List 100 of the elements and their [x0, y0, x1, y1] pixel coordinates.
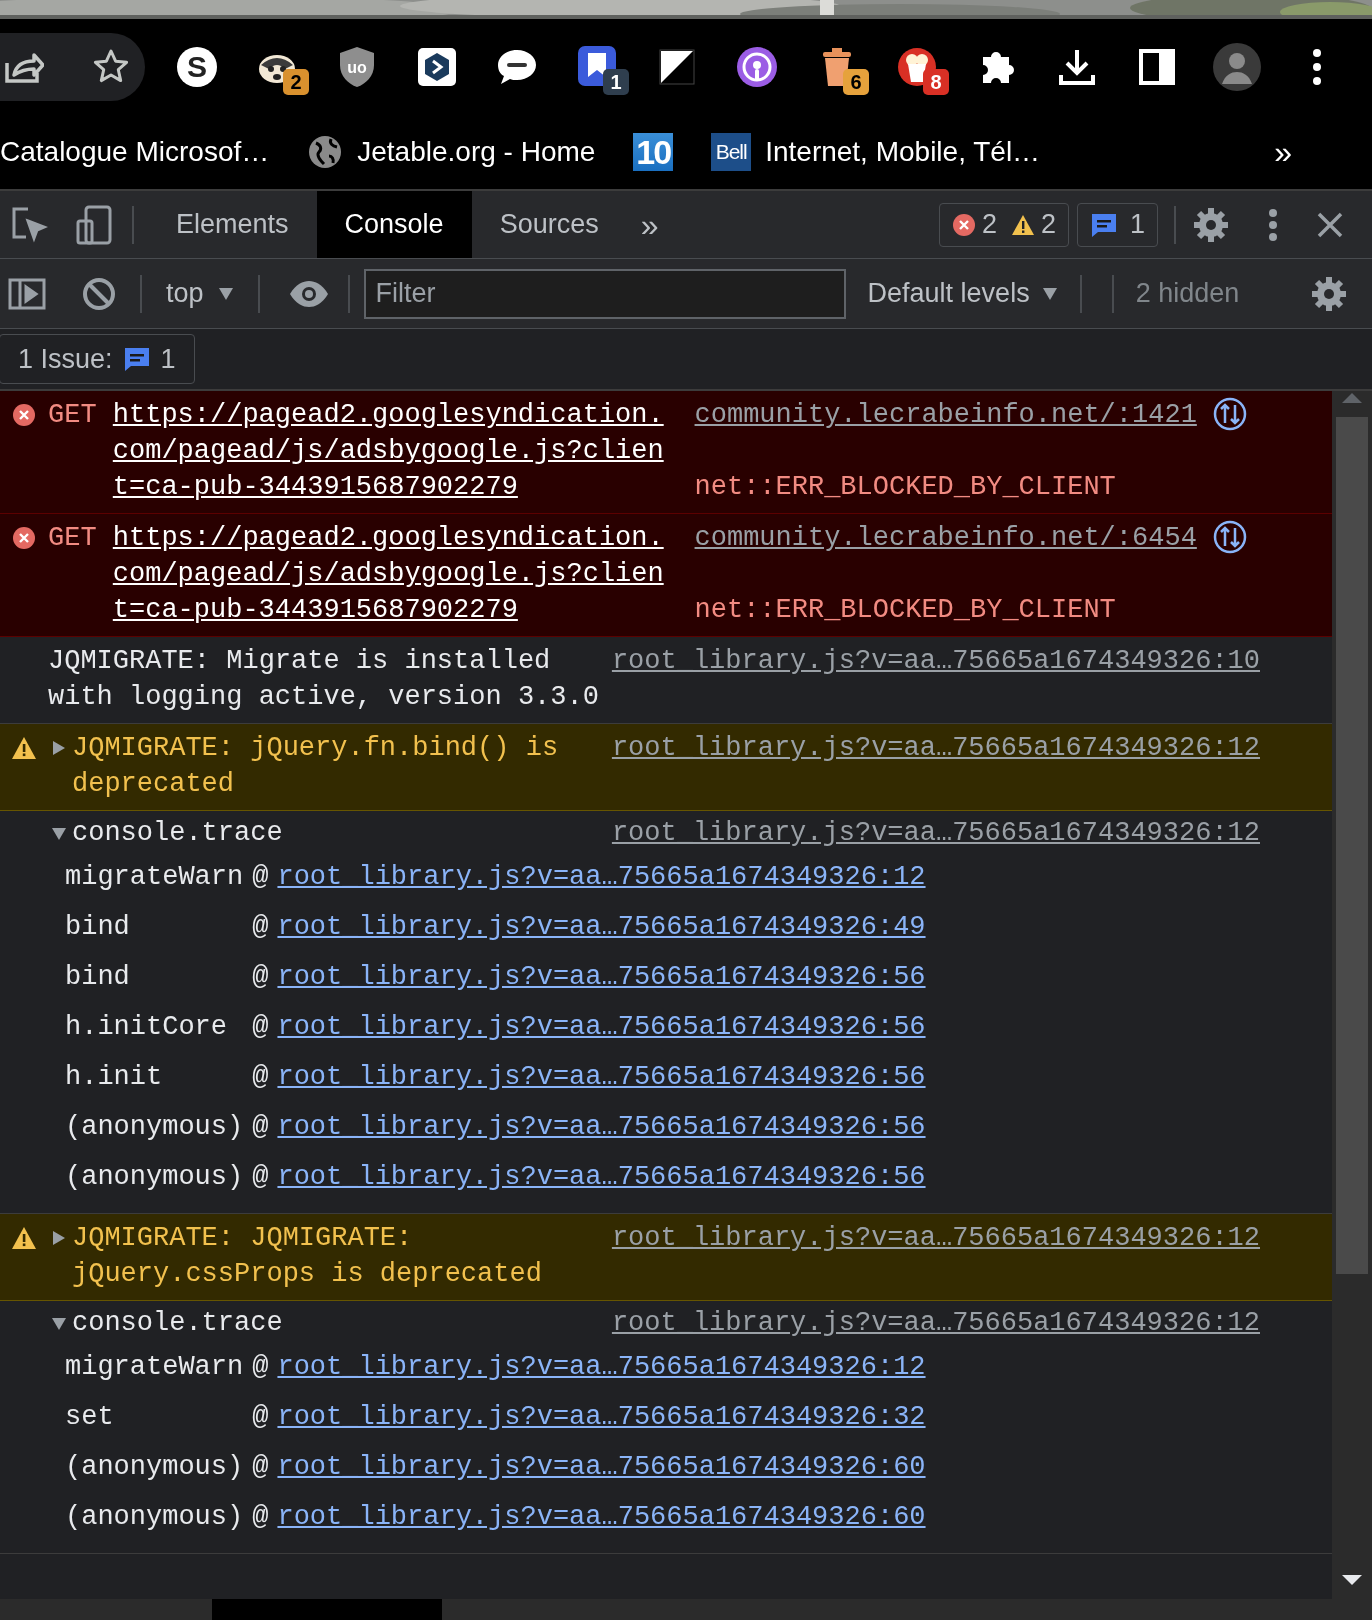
at-sign: @: [252, 1351, 269, 1384]
log-levels-dropdown[interactable]: Default levels: [845, 273, 1080, 314]
bookmark[interactable]: Catalogue Microsof…: [0, 130, 270, 173]
more-tabs-button[interactable]: »: [626, 191, 673, 258]
stack-frame-link[interactable]: root_library.js?v=aa…75665a1674349326:56: [277, 959, 926, 995]
caret-icon: [217, 286, 234, 301]
podcast-icon: [736, 45, 778, 88]
at-sign: @: [252, 1111, 269, 1144]
panel-tab[interactable]: Sources: [471, 191, 627, 258]
expand-arrow-icon[interactable]: [52, 1315, 66, 1331]
scroll-down-icon[interactable]: [1340, 1573, 1364, 1587]
filter-field[interactable]: Filter: [363, 268, 846, 319]
bookmarks-overflow-button[interactable]: »: [1268, 126, 1298, 177]
stack-frame-link[interactable]: root_library.js?v=aa…75665a1674349326:56: [277, 1009, 926, 1045]
source-link[interactable]: root_library.js?v=aa…75665a1674349326:12: [611, 1220, 1260, 1256]
panel-tab[interactable]: Console: [316, 191, 472, 258]
at-sign: @: [252, 961, 269, 994]
function-name: bind: [65, 911, 131, 944]
globe-icon: [307, 133, 344, 170]
scrollbar-thumb[interactable]: [1336, 417, 1368, 1274]
function-name: (anonymous): [65, 1161, 244, 1194]
function-name: bind: [65, 961, 131, 994]
count-badge: 1: [603, 68, 629, 95]
panel-tab[interactable]: Elements: [148, 191, 317, 258]
count-badge: 8: [923, 68, 949, 95]
http-method: GET: [48, 399, 98, 432]
logo-icon: S: [177, 46, 217, 87]
function-name: migrateWarn: [65, 1351, 244, 1384]
device-toggle-icon[interactable]: [76, 204, 112, 245]
diagonal-square-icon: [659, 48, 695, 85]
avatar-icon: [1212, 41, 1262, 92]
issues-button[interactable]: 1 Issue: 1: [0, 334, 195, 384]
network-request-icon[interactable]: [1212, 520, 1247, 554]
more-options-icon[interactable]: [1268, 207, 1278, 242]
log-message: JQMIGRATE: Migrate is installed with logging active, version 3.3.0: [48, 645, 599, 714]
at-sign: @: [252, 1161, 269, 1194]
error-icon: [12, 403, 36, 427]
stack-frame-link[interactable]: root_library.js?v=aa…75665a1674349326:49: [277, 909, 926, 945]
error-status: net::ERR_BLOCKED_BY_CLIENT: [694, 594, 1117, 627]
menu-icon: [1311, 46, 1323, 87]
eye-icon[interactable]: [287, 279, 330, 308]
warning-message: JQMIGRATE: JQMIGRATE: jQuery.cssProps is deprecated: [72, 1222, 543, 1291]
expand-arrow-icon[interactable]: [52, 1230, 66, 1246]
inspect-icon[interactable]: [12, 206, 48, 243]
url-link[interactable]: https://pagead2.googlesyndication.com/pagead/js/adsbygoogle.js?client=ca-pub-3443915687902279: [112, 520, 669, 628]
source-link[interactable]: community.lecrabeinfo.net/:6454: [694, 520, 1197, 556]
source-link[interactable]: root_library.js?v=aa…75665a1674349326:12: [611, 1305, 1260, 1341]
stack-frame-link[interactable]: root_library.js?v=aa…75665a1674349326:56: [277, 1109, 926, 1145]
stack-frame-link[interactable]: root_library.js?v=aa…75665a1674349326:12: [277, 859, 926, 895]
context-dropdown[interactable]: top: [152, 273, 248, 314]
error-warning-counter[interactable]: 2 2: [938, 202, 1069, 247]
message-icon: [122, 346, 151, 372]
stack-frame-link[interactable]: root_library.js?v=aa…75665a1674349326:32: [277, 1399, 926, 1435]
source-link[interactable]: community.lecrabeinfo.net/:1421: [694, 397, 1197, 433]
stack-frame-link[interactable]: root_library.js?v=aa…75665a1674349326:56: [277, 1059, 926, 1095]
expand-arrow-icon[interactable]: [52, 740, 66, 756]
warning-icon: [11, 736, 37, 760]
warning-message: JQMIGRATE: jQuery.fn.bind() is deprecated: [72, 732, 560, 801]
network-request-icon[interactable]: [1212, 397, 1247, 431]
function-name: (anonymous): [65, 1501, 244, 1534]
side-panel-icon: [1139, 48, 1175, 85]
at-sign: @: [252, 911, 269, 944]
expand-arrow-icon[interactable]: [52, 825, 66, 841]
stack-frame-link[interactable]: root_library.js?v=aa…75665a1674349326:60: [277, 1449, 926, 1485]
count-badge: 2: [283, 68, 309, 95]
console-settings-icon[interactable]: [1310, 274, 1348, 313]
bookmark[interactable]: 10: [633, 132, 674, 171]
bookmark[interactable]: Jetable.org - Home: [307, 130, 596, 173]
function-name: (anonymous): [65, 1451, 244, 1484]
function-name: set: [65, 1401, 115, 1434]
http-method: GET: [48, 522, 98, 555]
source-link[interactable]: root_library.js?v=aa…75665a1674349326:10: [611, 643, 1260, 679]
close-icon[interactable]: [1316, 210, 1344, 239]
source-link[interactable]: root_library.js?v=aa…75665a1674349326:12: [611, 730, 1260, 766]
cube-icon: [417, 46, 457, 87]
extension-button[interactable]: 6: [797, 36, 877, 97]
settings-icon[interactable]: [1192, 205, 1230, 244]
clear-console-icon[interactable]: [82, 276, 116, 311]
url-link[interactable]: https://pagead2.googlesyndication.com/pagead/js/adsbygoogle.js?client=ca-pub-3443915687902279: [112, 397, 669, 505]
extension-button[interactable]: 2: [237, 36, 317, 97]
at-sign: @: [252, 861, 269, 894]
extension-button[interactable]: S: [157, 36, 237, 97]
function-name: migrateWarn: [65, 861, 244, 894]
count-badge: 6: [843, 68, 869, 95]
stack-frame-link[interactable]: root_library.js?v=aa…75665a1674349326:56: [277, 1159, 926, 1195]
extension-button[interactable]: 8: [877, 36, 957, 97]
shield-icon: uo: [337, 44, 377, 89]
function-name: h.init: [65, 1061, 164, 1094]
stack-frame-link[interactable]: root_library.js?v=aa…75665a1674349326:60: [277, 1499, 926, 1535]
warning-icon: [11, 1226, 37, 1250]
message-icon: [1089, 211, 1118, 238]
source-link[interactable]: root_library.js?v=aa…75665a1674349326:12: [611, 815, 1260, 851]
at-sign: @: [252, 1011, 269, 1044]
sidebar-toggle-icon[interactable]: [8, 277, 46, 310]
bookmark[interactable]: Bell Internet, Mobile, Tél…: [711, 130, 1041, 173]
trace-title: console.trace: [72, 817, 283, 850]
logo-icon: Bell: [711, 132, 752, 171]
issues-counter[interactable]: 1: [1076, 202, 1158, 247]
stack-frame-link[interactable]: root_library.js?v=aa…75665a1674349326:12: [277, 1349, 926, 1385]
extension-button[interactable]: 1: [557, 36, 637, 97]
